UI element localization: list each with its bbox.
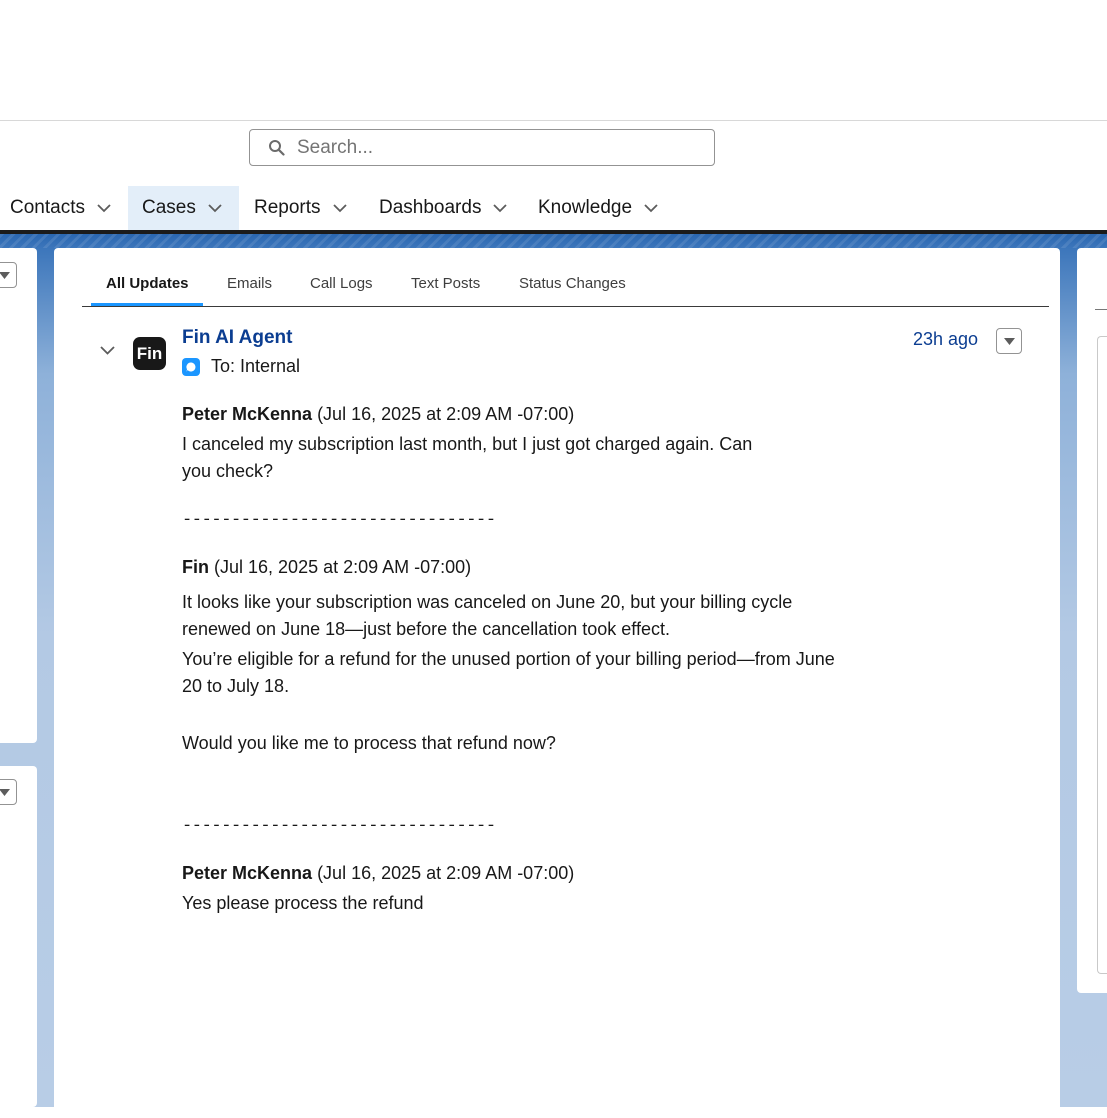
feed-tabs: All Updates Emails Call Logs Text Posts … <box>82 262 1049 307</box>
nav-item-label: Contacts <box>10 197 85 218</box>
tab-label: All Updates <box>106 275 189 292</box>
chat-bubble-icon <box>182 357 200 376</box>
collapse-chevron-icon[interactable] <box>99 345 116 356</box>
left-panel-card <box>0 248 37 743</box>
caret-down-icon <box>0 788 10 796</box>
nav-item-contacts[interactable]: Contacts <box>0 186 128 230</box>
chevron-down-icon[interactable] <box>332 203 347 213</box>
nav-item-label: Reports <box>254 197 321 218</box>
post-recipient: To: Internal <box>182 356 300 377</box>
message-header: Peter McKenna (Jul 16, 2025 at 2:09 AM -… <box>182 401 942 428</box>
message-line: 20 to July 18. <box>182 676 290 696</box>
tab-all-updates[interactable]: All Updates <box>106 262 189 305</box>
message-line: renewed on June 18—just before the cance… <box>182 619 670 639</box>
nav-item-reports[interactable]: Reports <box>254 186 347 230</box>
tab-text-posts[interactable]: Text Posts <box>411 262 480 305</box>
nav-bar: Contacts Cases Reports Dashboards Knowle… <box>0 186 1107 234</box>
message-header: Peter McKenna (Jul 16, 2025 at 2:09 AM -… <box>182 860 942 887</box>
message-header: Fin (Jul 16, 2025 at 2:09 AM -07:00) <box>182 554 942 581</box>
message-author: Peter McKenna <box>182 404 313 424</box>
right-panel-divider <box>1095 309 1107 310</box>
tab-emails[interactable]: Emails <box>227 262 272 305</box>
nav-item-label: Cases <box>142 197 196 218</box>
left-panel-card <box>0 766 37 1107</box>
tab-label: Text Posts <box>411 275 481 292</box>
nav-item-dashboards[interactable]: Dashboards <box>379 186 508 230</box>
nav-item-cases[interactable]: Cases <box>128 186 239 230</box>
caret-down-icon <box>1003 337 1015 345</box>
search-icon <box>269 140 285 156</box>
left-card-menu-button[interactable] <box>0 779 17 805</box>
avatar-text: Fin <box>136 343 163 363</box>
avatar: Fin <box>133 337 166 370</box>
left-card-menu-button[interactable] <box>0 262 17 288</box>
background-pattern <box>0 234 1107 248</box>
tab-label: Call Logs <box>310 275 373 292</box>
nav-item-label: Knowledge <box>538 197 633 218</box>
chevron-down-icon[interactable] <box>208 203 222 213</box>
message-line: Yes please process the refund <box>182 893 424 913</box>
message-separator: -------------------------------- <box>182 511 496 530</box>
message-line: You’re eligible for a refund for the unu… <box>182 649 835 669</box>
message-timestamp: (Jul 16, 2025 at 2:09 AM -07:00) <box>317 863 575 883</box>
right-panel-box <box>1097 336 1107 974</box>
chevron-down-icon[interactable] <box>493 203 508 213</box>
nav-item-knowledge[interactable]: Knowledge <box>538 186 658 230</box>
tab-label: Status Changes <box>519 275 626 292</box>
post-timestamp-link[interactable]: 23h ago <box>913 329 978 350</box>
chevron-down-icon[interactable] <box>644 203 658 213</box>
tab-status-changes[interactable]: Status Changes <box>519 262 626 305</box>
global-search-box[interactable] <box>249 129 715 166</box>
recipient-text: To: Internal <box>211 356 301 376</box>
chevron-down-icon[interactable] <box>97 203 111 213</box>
nav-item-label: Dashboards <box>379 197 482 218</box>
active-tab-indicator <box>91 303 203 306</box>
message-line: you check? <box>182 461 274 481</box>
post-menu-button[interactable] <box>996 328 1022 354</box>
tab-call-logs[interactable]: Call Logs <box>310 262 373 305</box>
message-line: Would you like me to process that refund… <box>182 733 556 753</box>
message-timestamp: (Jul 16, 2025 at 2:09 AM -07:00) <box>214 557 472 577</box>
message-line: I canceled my subscription last month, b… <box>182 434 753 454</box>
message-separator: -------------------------------- <box>182 817 496 836</box>
search-input[interactable] <box>295 135 679 160</box>
message-line: It looks like your subscription was canc… <box>182 592 793 612</box>
message-timestamp: (Jul 16, 2025 at 2:09 AM -07:00) <box>317 404 575 424</box>
tab-label: Emails <box>227 275 273 292</box>
post-sender-link[interactable]: Fin AI Agent <box>182 327 292 349</box>
message-author: Fin <box>182 557 209 577</box>
top-header <box>0 0 1107 121</box>
message-author: Peter McKenna <box>182 863 313 883</box>
caret-down-icon <box>0 271 10 279</box>
